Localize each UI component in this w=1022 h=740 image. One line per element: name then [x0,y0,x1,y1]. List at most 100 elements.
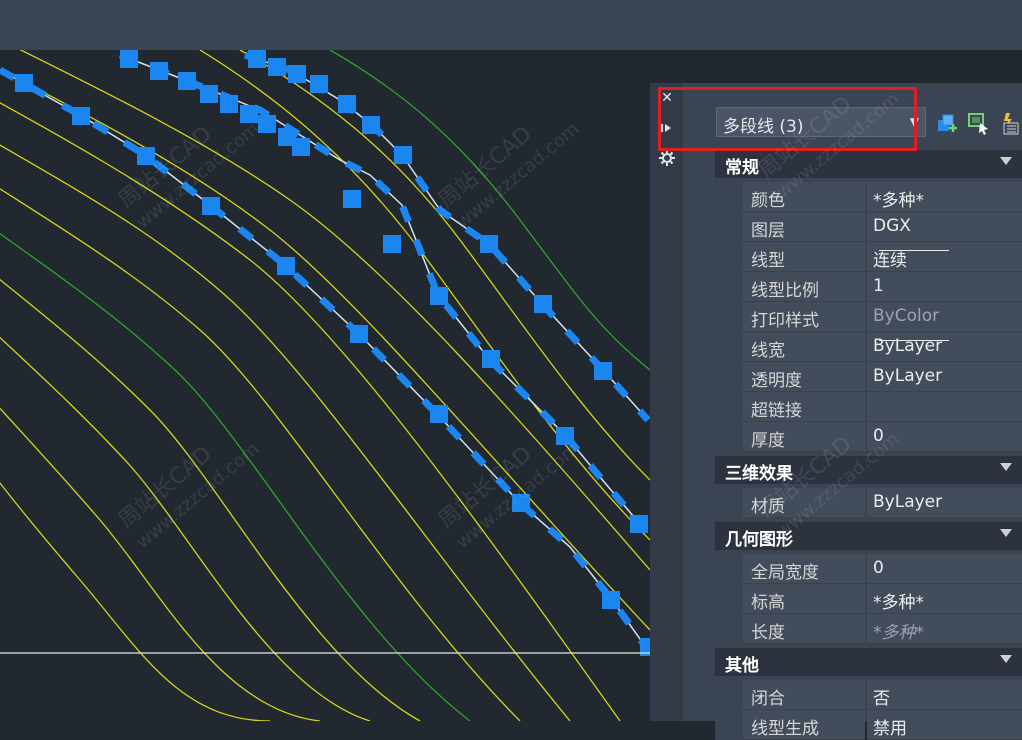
property-value: 否 [873,689,890,709]
property-value-cell[interactable]: ByLayer [867,488,1022,518]
property-label: 线型 [751,251,785,271]
property-value: 禁用 [873,719,907,739]
property-value-cell[interactable]: ByColor [867,302,1022,332]
property-value-cell[interactable]: DGX [867,212,1022,242]
property-label-cell: 线型比例 [743,272,865,302]
row-indent [715,614,743,644]
row-indent [715,680,743,710]
property-value-cell[interactable]: ByLayer [867,332,1022,362]
property-row[interactable]: 厚度 0 [715,422,1022,452]
row-indent [715,362,743,392]
toggle-pickadd-icon[interactable] [996,111,1020,135]
row-indent [715,584,743,614]
drawing-canvas[interactable] [0,50,650,721]
property-label-cell: 打印样式 [743,302,865,332]
contour-yellow-6 [0,278,421,721]
row-indent [715,488,743,518]
property-row[interactable]: 标高 *多种* [715,584,1022,614]
section-header[interactable]: 几何图形 [715,522,1022,550]
property-value: *多种* [873,593,924,613]
property-value-cell[interactable]: *多种* [867,614,1022,644]
property-label-cell: 长度 [743,614,865,644]
property-label: 标高 [751,593,785,613]
property-value-cell[interactable]: 0 [867,554,1022,584]
drawing-svg[interactable] [0,50,650,721]
section-header[interactable]: 其他 [715,648,1022,676]
property-value-cell[interactable]: 1 [867,272,1022,302]
property-label: 材质 [751,497,785,517]
property-row[interactable]: 透明度 ByLayer [715,362,1022,392]
property-label-cell: 线型生成 [743,710,865,740]
collapse-arrow-icon[interactable] [1000,655,1012,663]
property-label: 长度 [751,623,785,643]
property-value-cell[interactable]: 0 [867,422,1022,452]
property-label-cell: 超链接 [743,392,865,422]
property-label-cell: 全局宽度 [743,554,865,584]
property-label: 闭合 [751,689,785,709]
contour-yellow-9 [0,481,271,721]
selected-polyline-2 [118,50,648,533]
property-label: 打印样式 [751,311,819,331]
quick-select-icon[interactable] [936,111,960,135]
property-row[interactable]: 材质 ByLayer [715,488,1022,518]
contour-green-1 [0,232,471,721]
property-row[interactable]: 线型生成 禁用 [715,710,1022,740]
property-label-cell: 厚度 [743,422,865,452]
property-row[interactable]: 颜色 *多种* [715,182,1022,212]
property-value-cell[interactable]: *多种* [867,584,1022,614]
property-row[interactable]: 线型比例 1 [715,272,1022,302]
property-label-cell: 线型 [743,242,865,272]
section-title: 几何图形 [725,530,793,550]
contour-green-2 [329,50,650,371]
contour-yellow-4 [0,144,571,721]
property-value: DGX [873,216,911,236]
property-label-cell: 线宽 [743,332,865,362]
settings-icon[interactable] [658,149,676,167]
property-value-text: 连续 [873,251,907,271]
property-label: 线型比例 [751,281,819,301]
property-label: 线型生成 [751,719,819,739]
property-row[interactable]: 闭合 否 [715,680,1022,710]
row-indent [715,242,743,272]
row-indent [715,392,743,422]
row-indent [715,212,743,242]
property-row[interactable]: 超链接 [715,392,1022,422]
property-row[interactable]: 线宽 ByLayer [715,332,1022,362]
section-header[interactable]: 常规 [715,150,1022,178]
property-value-cell[interactable]: 否 [867,680,1022,710]
property-value-cell[interactable]: *多种* [867,182,1022,212]
property-row[interactable]: 线型 连续 [715,242,1022,272]
properties-panel: ✕ 多段线 (3) ▼ 常规 颜色 *多种* 图层 DGX 线型 连续 线型比例 1 打印样式 By… [650,83,1022,740]
select-objects-icon[interactable] [966,111,990,135]
contour-yellow-2 [0,69,650,631]
contour-yellow-5 [0,188,521,721]
property-value: ByLayer [873,492,943,512]
collapse-arrow-icon[interactable] [1000,157,1012,165]
property-row[interactable]: 全局宽度 0 [715,554,1022,584]
property-value-cell[interactable]: 禁用 [867,710,1022,740]
property-value: 1 [873,276,884,296]
property-value-cell[interactable] [867,392,1022,422]
property-label-cell: 颜色 [743,182,865,212]
property-value: 0 [873,558,884,578]
property-label-cell: 透明度 [743,362,865,392]
property-row[interactable]: 图层 DGX [715,212,1022,242]
property-value: ByColor [873,306,940,326]
property-row[interactable]: 长度 *多种* [715,614,1022,644]
property-label: 线宽 [751,341,785,361]
property-row[interactable]: 打印样式 ByColor [715,302,1022,332]
property-value: *多种* [873,623,924,643]
row-indent [715,332,743,362]
collapse-arrow-icon[interactable] [1000,529,1012,537]
collapse-arrow-icon[interactable] [1000,463,1012,471]
row-indent [715,554,743,584]
property-label: 透明度 [751,371,802,391]
row-indent [715,422,743,452]
property-label: 超链接 [751,401,802,421]
property-value-cell[interactable]: ByLayer [867,362,1022,392]
section-header[interactable]: 三维效果 [715,456,1022,484]
property-value-cell[interactable]: 连续 [867,242,1022,272]
section-title: 三维效果 [725,464,793,484]
property-label: 厚度 [751,431,785,451]
contour-yellow-8 [0,407,321,721]
